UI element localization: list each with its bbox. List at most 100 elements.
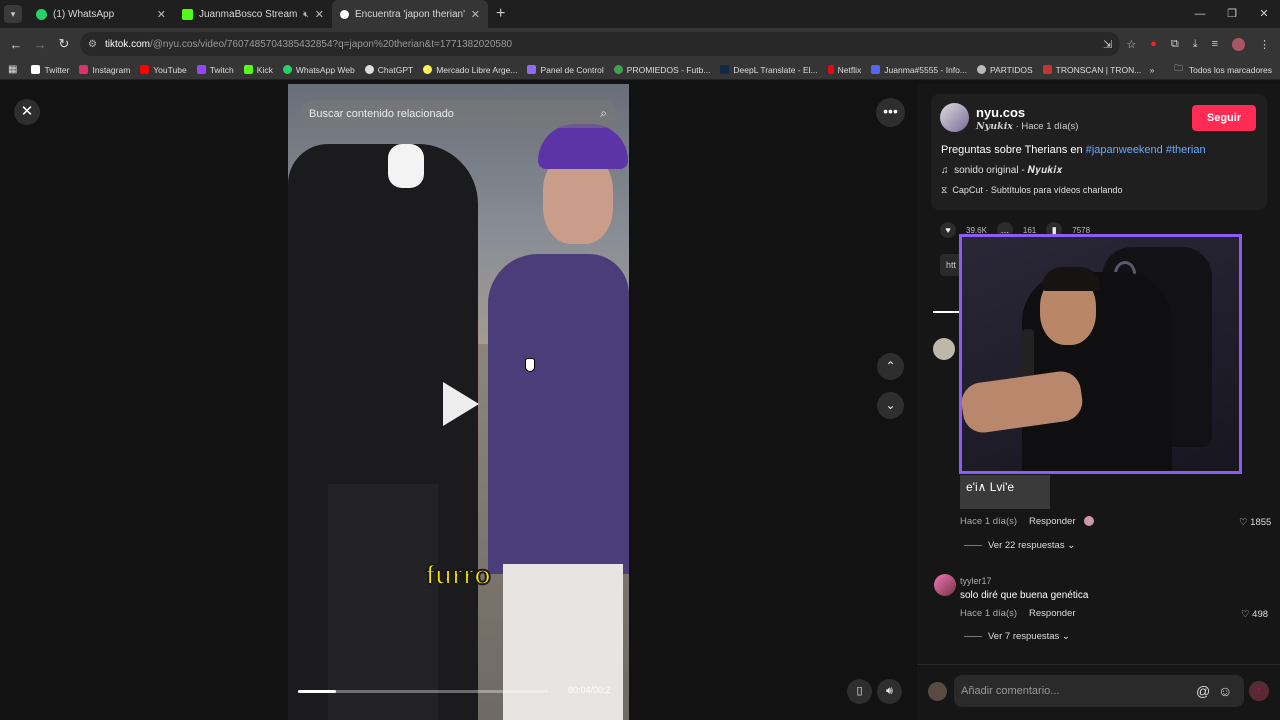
view-replies-link[interactable]: Ver 7 respuestas ⌄ <box>964 631 1070 642</box>
related-search-input[interactable]: Buscar contenido relacionado ⌕ <box>300 100 617 128</box>
all-bookmarks-link[interactable]: Todos los marcadores <box>1189 65 1272 75</box>
bookmark-label: Twitter <box>44 64 70 75</box>
more-options-icon[interactable]: ••• <box>876 98 905 127</box>
bookmark-twitter[interactable]: Twitter <box>31 65 69 75</box>
volume-icon[interactable]: 🔊︎ <box>877 679 902 704</box>
bookmark-star-icon[interactable]: ☆ <box>1126 38 1136 51</box>
mention-icon[interactable]: @ <box>1196 675 1210 707</box>
close-window-icon[interactable]: ✕ <box>1248 0 1280 28</box>
back-icon[interactable]: ← <box>4 37 28 52</box>
url-path: /@nyu.cos/video/7607485704385432854?q=ja… <box>149 38 513 50</box>
bookmark-juanma[interactable]: Juanma#5555 - Info... <box>871 65 967 75</box>
instagram-icon <box>79 65 89 74</box>
creator-display-name: 𝑵𝒚𝒖𝒌𝒊𝒙 <box>976 121 1013 132</box>
close-tab-icon[interactable]: ✕ <box>471 8 480 21</box>
search-icon[interactable]: ⌕ <box>600 106 607 121</box>
comment-meta: Hace 1 día(s) Responder <box>960 608 1076 619</box>
bookmark-label: YouTube <box>153 64 187 75</box>
comment-meta: Hace 1 día(s) Responder <box>960 516 1095 527</box>
view-replies-text: Ver 22 respuestas <box>988 540 1065 551</box>
view-replies-link[interactable]: Ver 22 respuestas ⌄ <box>964 540 1075 551</box>
forward-icon[interactable]: → <box>28 37 52 52</box>
comment-like[interactable]: ♡ 498 <box>1241 609 1268 620</box>
minimize-icon[interactable]: — <box>1184 0 1216 28</box>
menu-icon[interactable]: ⋮ <box>1259 38 1270 51</box>
reload-icon[interactable]: ↻ <box>52 36 76 52</box>
extensions-icon[interactable]: ⧉ <box>1171 38 1179 51</box>
tab-title: Encuentra 'japon therian' en Tik <box>355 8 465 20</box>
new-tab-button[interactable]: + <box>496 5 505 23</box>
commenter-avatar[interactable] <box>933 338 955 360</box>
tab-tiktok[interactable]: Encuentra 'japon therian' en Tik ✕ <box>332 0 488 28</box>
close-tab-icon[interactable]: ✕ <box>315 8 324 21</box>
bookmark-label: PARTIDOS <box>989 64 1033 75</box>
comment-like[interactable]: ♡ 1855 <box>1239 517 1271 528</box>
capcut-link[interactable]: ⧖ CapCut · Subtítulos para vídeos charla… <box>941 185 1122 196</box>
bookmark-label: WhatsApp Web <box>295 64 355 75</box>
play-icon[interactable] <box>443 382 479 426</box>
bookmark-promiedos[interactable]: PROMIEDOS - Futb... <box>613 65 710 75</box>
url-bar[interactable]: ⚙ tiktok.com/@nyu.cos/video/760748570438… <box>80 32 1120 56</box>
creator-avatar[interactable] <box>940 103 969 132</box>
commenter-avatar[interactable] <box>934 574 956 596</box>
adblock-icon[interactable]: ● <box>1150 38 1157 50</box>
download-icon[interactable]: ⤓ <box>1193 38 1198 51</box>
close-tab-icon[interactable]: ✕ <box>157 8 166 21</box>
panel-icon <box>527 65 537 74</box>
stream-webcam-overlay <box>959 234 1242 474</box>
bookmark-netflix[interactable]: Netflix <box>827 65 861 75</box>
tab-kick-stream[interactable]: JuanmaBosco Stream - Wat 🔇︎ ✕ <box>174 0 332 28</box>
bookmark-partidos[interactable]: PARTIDOS <box>976 64 1033 75</box>
microphone <box>1022 329 1034 379</box>
previous-video-button[interactable]: ⌃ <box>877 353 904 380</box>
reply-button[interactable]: Responder <box>1029 516 1075 527</box>
bookmark-tronscan[interactable]: TRONSCAN | TRON... <box>1042 64 1142 75</box>
bookmark-twitch[interactable]: Twitch <box>196 65 234 75</box>
bookmark-panel[interactable]: Panel de Control <box>527 65 604 75</box>
site-info-icon[interactable]: ⚙ <box>88 39 97 50</box>
music-info[interactable]: ♫ sonido original - 𝑵𝒚𝒖𝒌𝒊𝒙 <box>941 165 1063 176</box>
post-time: · Hace 1 día(s) <box>1015 121 1079 132</box>
heart-icon: ♡ <box>1241 609 1250 620</box>
window-controls: — ❐ ✕ <box>1184 0 1280 28</box>
bookmark-label: TRONSCAN | TRON... <box>1055 64 1142 75</box>
bookmark-kick[interactable]: Kick <box>243 65 273 75</box>
media-control-icon[interactable]: ≡ <box>1212 38 1218 50</box>
creator-username[interactable]: nyu.cos <box>976 105 1025 120</box>
mini-player-icon[interactable]: ▯ <box>847 679 872 704</box>
commenter-username[interactable]: tyyler17 <box>960 576 992 586</box>
bookmark-instagram[interactable]: Instagram <box>79 65 130 75</box>
tab-title: JuanmaBosco Stream - Wat <box>199 8 298 20</box>
install-icon[interactable]: ⇲ <box>1103 38 1112 51</box>
profile-avatar[interactable] <box>1232 37 1245 51</box>
emoji-icon[interactable]: ☺ <box>1218 675 1232 707</box>
bookmark-mercadolibre[interactable]: Mercado Libre Arge... <box>423 65 517 75</box>
bookmark-chatgpt[interactable]: ChatGPT <box>364 65 413 75</box>
netflix-icon <box>827 65 834 74</box>
comment-image-thumbnail[interactable]: e'i∧ Lvi'e <box>960 475 1050 509</box>
bookmark-youtube[interactable]: YouTube <box>140 64 187 75</box>
bookmark-deepl[interactable]: DeepL Translate - El... <box>720 65 818 75</box>
video-description: Preguntas sobre Therians en #japanweeken… <box>941 144 1206 156</box>
next-video-button[interactable]: ⌄ <box>877 392 904 419</box>
reply-button[interactable]: Responder <box>1029 608 1075 619</box>
video-caption: furro <box>425 559 492 591</box>
follow-button[interactable]: Seguir <box>1192 105 1256 131</box>
hashtag-link[interactable]: #therian <box>1166 144 1206 156</box>
send-icon[interactable]: ↑ <box>1249 681 1269 701</box>
tab-search-icon[interactable]: ▾ <box>4 5 22 23</box>
gloved-hand <box>388 144 424 188</box>
tab-whatsapp[interactable]: (1) WhatsApp ✕ <box>28 0 174 28</box>
hashtag-link[interactable]: #japanweekend <box>1086 144 1163 156</box>
restore-icon[interactable]: ❐ <box>1216 0 1248 28</box>
bookmark-whatsapp-web[interactable]: WhatsApp Web <box>282 64 355 75</box>
comment-placeholder: Añadir comentario... <box>961 685 1060 697</box>
muted-icon[interactable]: 🔇︎ <box>303 9 309 20</box>
close-video-button[interactable]: ✕ <box>14 99 40 125</box>
comment-like-count: 498 <box>1252 609 1269 620</box>
video-progress-bar[interactable] <box>298 690 548 693</box>
bookmarks-overflow-icon[interactable]: » <box>1150 65 1155 75</box>
apps-grid-icon[interactable]: ▦ <box>8 64 17 75</box>
like-icon[interactable]: ♥ <box>940 222 956 238</box>
comment-input[interactable]: Añadir comentario... @ ☺ <box>954 675 1244 707</box>
